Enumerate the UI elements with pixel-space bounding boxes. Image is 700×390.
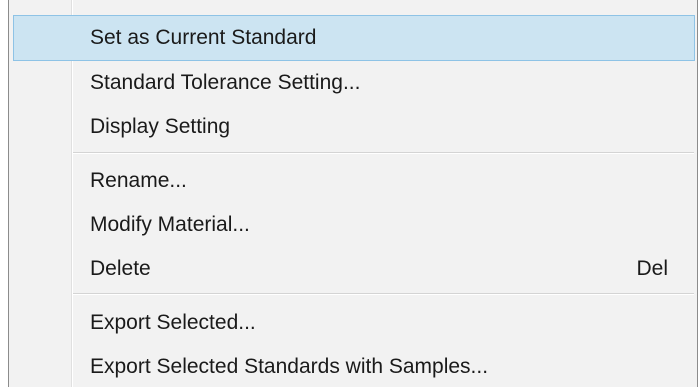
menu-separator bbox=[73, 293, 694, 295]
menu-item-label: Standard Tolerance Setting... bbox=[90, 71, 361, 94]
menu-item-label: Set as Current Standard bbox=[90, 26, 317, 49]
menu-item-delete[interactable]: Delete Del bbox=[9, 246, 697, 292]
menu-item-rename[interactable]: Rename... bbox=[9, 158, 697, 204]
menu-item-export-selected[interactable]: Export Selected... bbox=[9, 300, 697, 346]
context-menu: Set as Current Standard Standard Toleran… bbox=[8, 0, 698, 387]
menu-item-set-as-current-standard[interactable]: Set as Current Standard bbox=[13, 15, 695, 61]
menu-item-label: Rename... bbox=[90, 169, 187, 192]
menu-item-display-setting[interactable]: Display Setting bbox=[9, 104, 697, 150]
menu-item-label: Delete bbox=[90, 257, 151, 280]
menu-item-label: Export Selected Standards with Samples..… bbox=[90, 355, 489, 378]
shortcut-key-delete: Del bbox=[636, 257, 668, 280]
menu-item-export-selected-standards-with-samples[interactable]: Export Selected Standards with Samples..… bbox=[9, 344, 697, 390]
menu-item-standard-tolerance-setting[interactable]: Standard Tolerance Setting... bbox=[9, 60, 697, 106]
menu-item-label: Export Selected... bbox=[90, 311, 256, 334]
menu-item-label: Display Setting bbox=[90, 115, 231, 138]
menu-item-modify-material[interactable]: Modify Material... bbox=[9, 202, 697, 248]
menu-separator bbox=[73, 152, 694, 154]
menu-item-label: Modify Material... bbox=[90, 213, 250, 236]
